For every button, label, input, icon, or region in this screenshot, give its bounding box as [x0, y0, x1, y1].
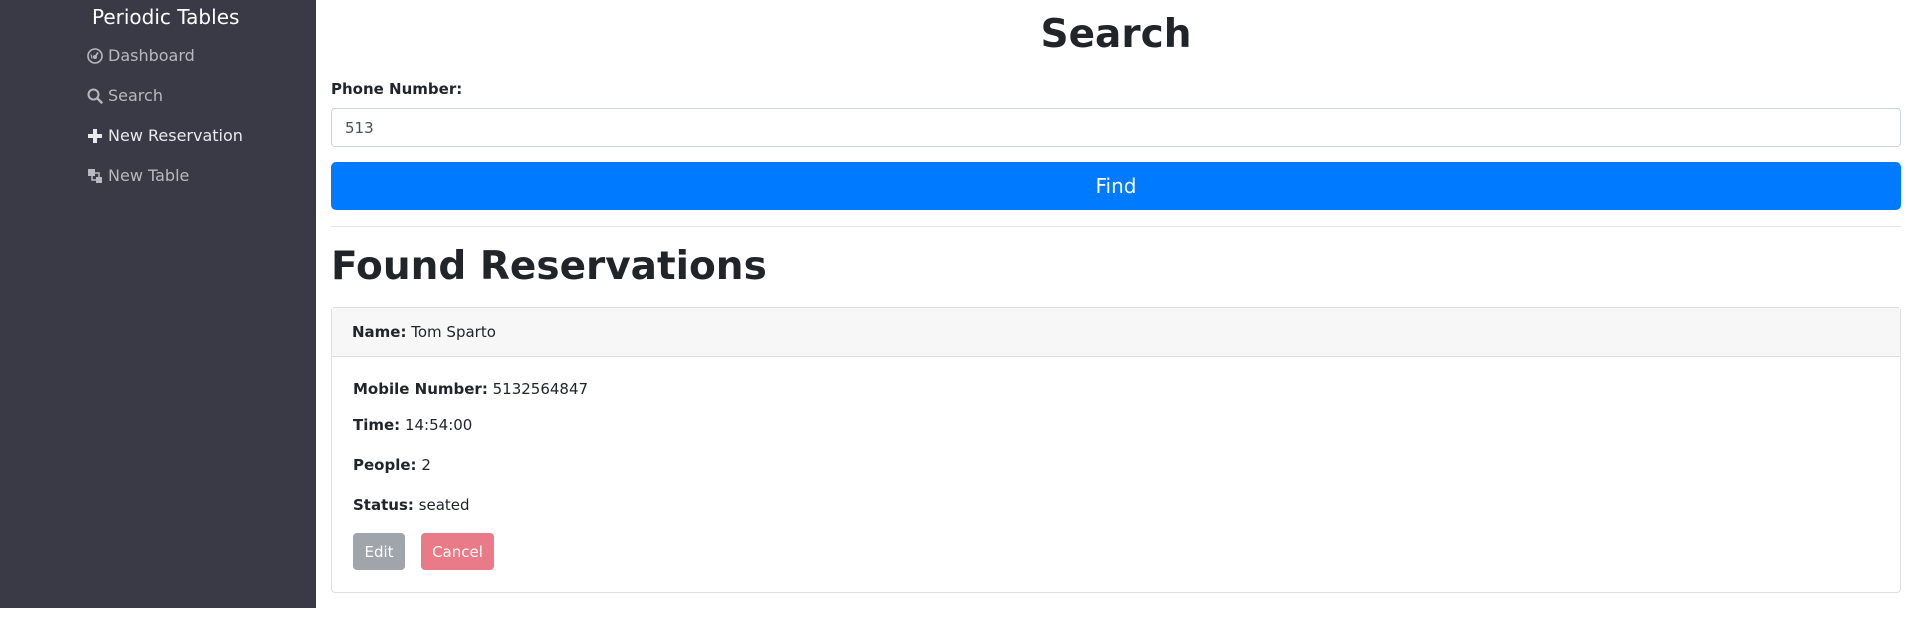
sidebar-item-label: Dashboard: [108, 46, 195, 65]
time-value: 14:54:00: [404, 416, 473, 434]
search-icon: [86, 87, 104, 105]
brand-title[interactable]: Periodic Tables: [92, 5, 239, 29]
phone-number-label: Phone Number:: [331, 80, 463, 98]
mobile-number-value: 5132564847: [492, 380, 589, 398]
reservation-name: Tom Sparto: [411, 323, 496, 341]
sidebar-item-label: New Reservation: [108, 126, 243, 145]
phone-number-input[interactable]: [331, 108, 1901, 147]
found-reservations-title: Found Reservations: [331, 244, 767, 289]
sidebar-item-dashboard[interactable]: Dashboard: [86, 46, 195, 65]
cancel-button[interactable]: Cancel: [421, 533, 494, 570]
layers-icon: [86, 167, 104, 185]
sidebar: Periodic Tables Dashboard Search New Res…: [0, 0, 316, 608]
plus-icon: [86, 127, 104, 145]
edit-button[interactable]: Edit: [353, 533, 405, 570]
sidebar-item-new-table[interactable]: New Table: [86, 166, 189, 185]
status-label: Status:: [353, 496, 414, 514]
people-label: People:: [353, 456, 417, 474]
reservation-card-header: Name: Tom Sparto: [332, 308, 1900, 357]
sidebar-item-new-reservation[interactable]: New Reservation: [86, 126, 243, 145]
status-line: Status: seated: [353, 496, 470, 514]
page-title: Search: [1040, 12, 1192, 57]
status-value: seated: [418, 496, 470, 514]
sidebar-item-label: Search: [108, 86, 163, 105]
people-value: 2: [421, 456, 431, 474]
divider: [331, 226, 1901, 227]
find-button[interactable]: Find: [331, 162, 1901, 210]
dashboard-icon: [86, 47, 104, 65]
sidebar-item-label: New Table: [108, 166, 190, 185]
name-label: Name:: [352, 323, 407, 341]
time-line: Time: 14:54:00: [353, 416, 472, 434]
sidebar-item-search[interactable]: Search: [86, 86, 163, 105]
mobile-number-label: Mobile Number:: [353, 380, 488, 398]
time-label: Time:: [353, 416, 401, 434]
people-line: People: 2: [353, 456, 431, 474]
reservation-card: Name: Tom Sparto Mobile Number: 51325648…: [331, 307, 1901, 593]
mobile-number-line: Mobile Number: 5132564847: [353, 380, 588, 398]
